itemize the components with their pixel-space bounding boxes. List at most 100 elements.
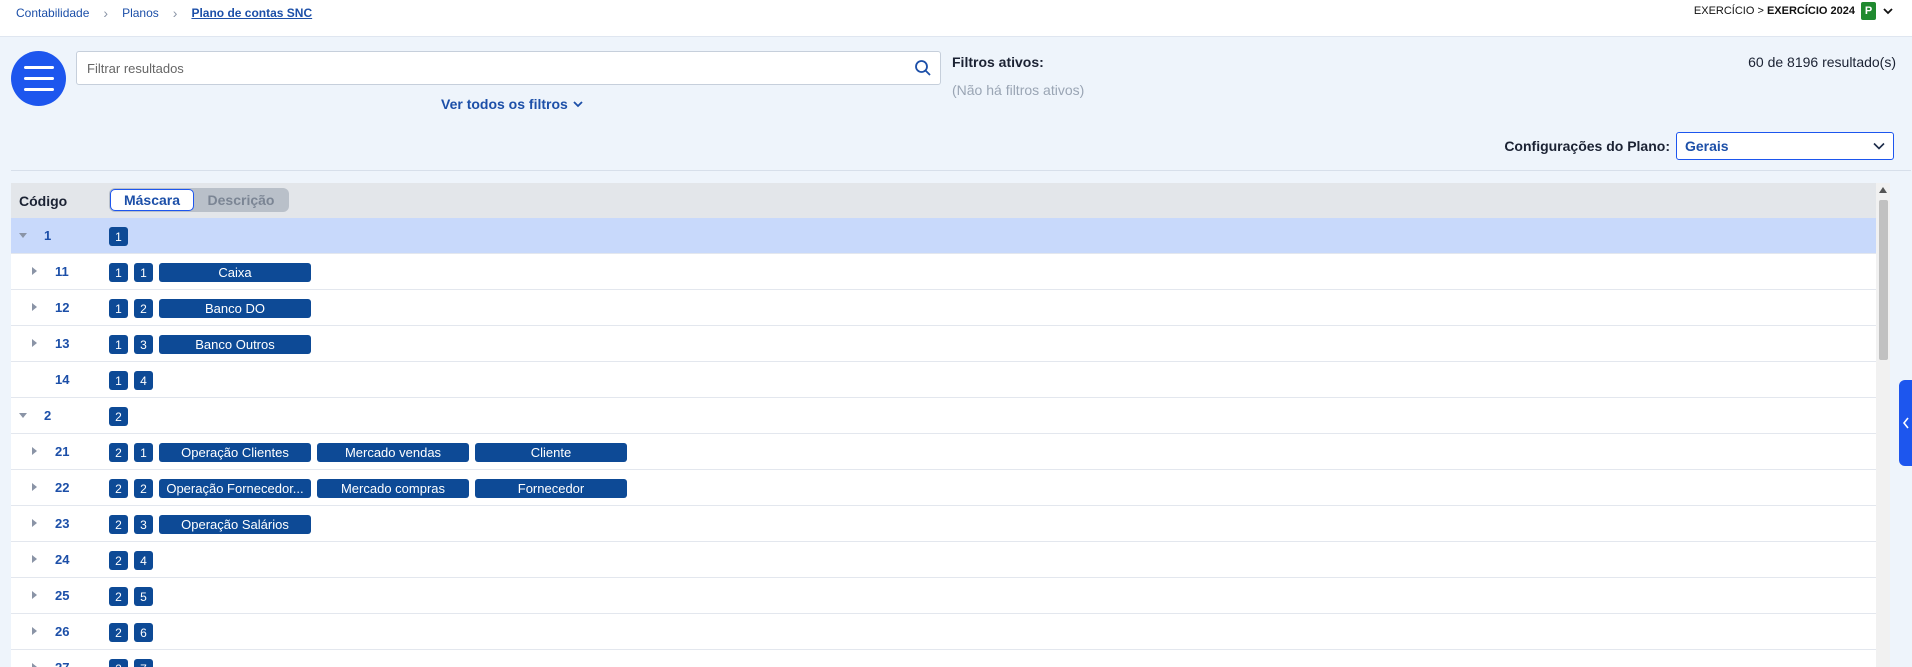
segment-description-tag: Mercado compras [317, 479, 469, 498]
breadcrumb-contabilidade[interactable]: Contabilidade [16, 6, 89, 20]
breadcrumb-separator-icon: › [172, 5, 178, 21]
row-code: 26 [55, 624, 70, 639]
plan-config-select[interactable]: Gerais [1676, 132, 1894, 160]
search-icon[interactable] [914, 59, 932, 77]
scroll-up-arrow-icon[interactable] [1879, 187, 1887, 193]
table-row[interactable]: 22 2 2 Operação Fornecedor... Mercado compra… [11, 470, 1876, 506]
active-filters-title: Filtros ativos: [952, 54, 1044, 70]
caret-right-icon[interactable] [28, 661, 40, 667]
row-code: 22 [55, 480, 70, 495]
segment-description-tag: Mercado vendas [317, 443, 469, 462]
chevron-left-icon [1902, 417, 1909, 429]
exercise-status-badge: P [1861, 2, 1876, 20]
exercise-label: EXERCÍCIO > EXERCÍCIO 2024 [1694, 5, 1855, 17]
mask-segments: 2 [109, 407, 134, 426]
mask-segments: 2 1 Operação Clientes Mercado vendas Cliente [109, 443, 633, 462]
row-code: 21 [55, 444, 70, 459]
breadcrumb-plano-de-contas[interactable]: Plano de contas SNC [191, 6, 312, 20]
segment-description-tag: Caixa [159, 263, 311, 282]
segment-description-tag: Operação Clientes [159, 443, 311, 462]
table-row[interactable]: 24 2 4 [11, 542, 1876, 578]
mask-segment: 7 [134, 659, 153, 667]
toggle-mask[interactable]: Máscara [110, 189, 194, 211]
side-panel-toggle[interactable] [1899, 380, 1912, 466]
mask-segments: 25 [109, 587, 159, 606]
chevron-down-icon[interactable] [1882, 5, 1894, 17]
caret-right-icon[interactable] [28, 265, 40, 277]
all-filters-link[interactable]: Ver todos os filtros [441, 96, 583, 112]
mask-segment: 4 [134, 551, 153, 570]
plan-config-selected: Gerais [1685, 138, 1729, 154]
row-code: 1 [44, 228, 52, 243]
menu-button[interactable] [11, 51, 66, 106]
all-filters-label: Ver todos os filtros [441, 96, 568, 112]
mask-segment: 5 [134, 587, 153, 606]
table-row[interactable]: 14 1 4 [11, 362, 1876, 398]
table-row[interactable]: 12 1 2 Banco DO [11, 290, 1876, 326]
active-filters-empty: (Não há filtros ativos) [952, 82, 1085, 98]
caret-right-icon[interactable] [28, 517, 40, 529]
table-row[interactable]: 26 2 6 [11, 614, 1876, 650]
row-code: 13 [55, 336, 70, 351]
segment-description-tag: Banco Outros [159, 335, 311, 354]
search-field [76, 51, 941, 85]
caret-down-icon[interactable] [17, 409, 29, 421]
mask-segments: 2 2 Operação Fornecedor... Mercado compras F… [109, 479, 633, 498]
row-code: 27 [55, 660, 69, 667]
divider [11, 170, 1911, 171]
mask-segment: 6 [134, 623, 153, 642]
table-row[interactable]: 23 2 3 Operação Salários [11, 506, 1876, 542]
plan-config-label: Configurações do Plano: [1504, 138, 1670, 154]
mask-segment: 1 [109, 371, 128, 390]
mask-segment: 2 [109, 659, 128, 667]
table-row[interactable]: 27 27 [11, 650, 1876, 667]
mask-segments: 1 3 Banco Outros [109, 335, 317, 354]
caret-down-icon[interactable] [17, 229, 29, 241]
table-row[interactable]: 21 2 1 Operação Clientes Mercado vendas Clien… [11, 434, 1876, 470]
breadcrumb-planos[interactable]: Planos [122, 6, 159, 20]
row-code: 24 [55, 552, 70, 567]
scrollbar[interactable] [1876, 183, 1890, 667]
row-code: 12 [55, 300, 70, 315]
mask-segment: 1 [134, 263, 153, 282]
mask-segment: 1 [109, 263, 128, 282]
mask-segments: 1 2 Banco DO [109, 299, 317, 318]
row-code: 2 [44, 408, 52, 423]
toggle-description[interactable]: Descrição [194, 189, 288, 211]
mask-segment: 2 [109, 623, 128, 642]
table-row[interactable]: 13 1 3 Banco Outros [11, 326, 1876, 362]
mask-segment: 2 [134, 479, 153, 498]
caret-right-icon[interactable] [28, 625, 40, 637]
row-code: 11 [55, 264, 69, 279]
mask-segment: 4 [134, 371, 153, 390]
caret-right-icon[interactable] [28, 553, 40, 565]
exercise-value: EXERCÍCIO 2024 [1766, 5, 1855, 17]
chevron-down-icon [573, 101, 583, 108]
search-input[interactable] [77, 52, 917, 84]
hamburger-icon [23, 62, 54, 95]
segment-description-tag: Cliente [475, 443, 627, 462]
caret-right-icon[interactable] [28, 589, 40, 601]
mask-segments: 1 [109, 227, 134, 246]
mask-segment: 2 [109, 587, 128, 606]
breadcrumb: Contabilidade › Planos › Plano de contas… [16, 5, 312, 21]
caret-right-icon[interactable] [28, 301, 40, 313]
caret-right-icon[interactable] [28, 481, 40, 493]
mask-segment: 1 [134, 443, 153, 462]
mask-segment: 2 [109, 443, 128, 462]
segment-description-tag: Operação Fornecedor... [159, 479, 311, 498]
table-body: 1 1 11 1 1 Caixa 12 1 2 Banco DO 13 1 3 Banco Outros 1… [11, 218, 1876, 667]
table-row[interactable]: 22 [11, 398, 1876, 434]
table-row[interactable]: 11 1 1 Caixa [11, 254, 1876, 290]
table-row[interactable]: 25 2 5 [11, 578, 1876, 614]
caret-right-icon[interactable] [28, 445, 40, 457]
table-row[interactable]: 11 [11, 218, 1876, 254]
mask-segments: 14 [109, 371, 159, 390]
caret-right-icon[interactable] [28, 337, 40, 349]
top-bar: Contabilidade › Planos › Plano de contas… [0, 0, 1912, 37]
mask-segments: 2 3 Operação Salários [109, 515, 317, 534]
exercise-selector[interactable]: EXERCÍCIO > EXERCÍCIO 2024 P [1694, 2, 1894, 20]
scroll-thumb[interactable] [1879, 200, 1888, 360]
column-header-code: Código [19, 192, 68, 209]
mask-segments: 1 1 Caixa [109, 263, 317, 282]
